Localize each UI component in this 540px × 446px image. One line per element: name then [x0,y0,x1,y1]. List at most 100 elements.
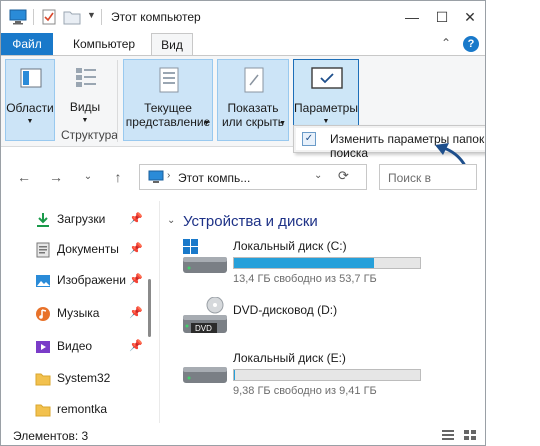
tab-computer[interactable]: Компьютер [63,33,145,55]
drive-usage-fill [234,370,235,380]
pin-icon[interactable]: 📌 [129,273,143,286]
sidebar-label: Изображени [57,273,126,287]
drive-free-space: 9,38 ГБ свободно из 9,41 ГБ [233,385,377,397]
details-view-icon[interactable] [441,429,455,441]
folder-icon [35,404,51,417]
address-computer-icon [148,170,164,183]
computer-icon[interactable] [9,9,27,25]
panes-arrow-icon: ▼ [26,118,34,125]
pictures-icon [36,275,50,287]
tab-file[interactable]: Файл [1,33,53,55]
sidebar-item-video[interactable]: Видео 📌 [31,336,143,358]
collapse-ribbon-icon[interactable]: ⌃ [441,36,451,50]
quick-access-dropdown-icon[interactable]: ▼ [87,10,96,20]
breadcrumb-chevron-icon: › [167,170,171,181]
drive-usage-fill [234,258,374,268]
ribbon-separator [117,60,118,142]
documents-icon [36,242,50,258]
drive-name: DVD-дисковод (D:) [233,303,338,317]
show-hide-button[interactable]: Показать или скрыть ▼ [217,59,289,141]
options-icon [311,67,343,89]
titlebar-separator [33,9,34,25]
panes-icon [20,68,42,88]
show-hide-arrow-icon: ▼ [279,120,286,127]
current-view-label-1: Текущее [144,101,192,115]
maximize-button[interactable]: ☐ [429,5,455,29]
current-view-icon [159,67,179,93]
drive-usage-bar [233,369,421,381]
pin-icon[interactable]: 📌 [129,242,143,255]
minimize-button[interactable]: — [399,5,425,29]
sidebar-item-music[interactable]: Музыка 📌 [31,303,143,325]
window-title: Этот компьютер [111,10,201,24]
properties-icon[interactable] [41,8,57,26]
refresh-icon[interactable]: ⟳ [338,168,349,184]
current-view-label-2: представление [125,115,211,129]
options-label: Параметры [294,101,358,115]
show-hide-label-2: или скрыть [221,115,285,129]
sidebar-label: System32 [57,371,111,385]
tab-view[interactable]: Вид [151,33,193,55]
address-dropdown-icon[interactable]: ⌄ [314,170,322,181]
up-button[interactable]: ↑ [107,167,129,187]
pin-icon[interactable]: 📌 [129,212,143,225]
explorer-window: ▼ Этот компьютер — ☐ ✕ Файл Компьютер Ви… [0,0,486,446]
back-button[interactable]: ← [13,167,35,187]
video-icon [36,341,50,353]
status-item-count: Элементов: 3 [13,429,89,443]
sidebar-item-downloads[interactable]: Загрузки 📌 [31,209,143,231]
drive-free-space: 13,4 ГБ свободно из 53,7 ГБ [233,273,377,285]
group-structure-label: Структура [61,128,118,142]
panes-button[interactable]: Области ▼ [5,59,55,141]
section-title: Устройства и диски [183,213,318,230]
pin-icon[interactable]: 📌 [129,306,143,319]
pane-divider[interactable] [159,201,160,423]
sidebar-label: Видео [57,339,93,353]
search-box[interactable]: Поиск в [379,164,477,190]
sidebar-label: Загрузки [57,212,106,226]
drive-c[interactable]: Локальный диск (C:) 13,4 ГБ свободно из … [181,239,431,289]
current-view-button[interactable]: Текущее представление ▼ [123,59,213,141]
drive-icon [183,367,227,383]
layout-icon [76,68,96,87]
address-path: Этот компь... [178,171,251,185]
drive-e[interactable]: Локальный диск (E:) 9,38 ГБ свободно из … [181,351,431,401]
download-icon [37,213,49,227]
sidebar-item-pictures[interactable]: Изображени 📌 [31,270,143,292]
folder-icon [35,373,51,386]
layout-label: Виды [69,100,101,114]
forward-button[interactable]: → [45,167,67,187]
drive-name: Локальный диск (C:) [233,239,347,253]
recent-locations-icon[interactable]: ⌄ [77,167,99,187]
address-bar[interactable]: › Этот компь... ⌄ ⟳ [139,164,367,190]
show-hide-icon [244,67,264,93]
title-bar: ▼ Этот компьютер — ☐ ✕ [1,1,485,33]
music-icon [36,307,50,321]
help-icon[interactable]: ? [463,36,479,52]
windows-drive-icon [183,239,227,273]
sidebar-label: Документы [57,242,119,256]
sidebar-scrollbar[interactable] [148,279,151,337]
sidebar-item-documents[interactable]: Документы 📌 [31,239,143,261]
show-hide-label-1: Показать [227,101,279,115]
sidebar-item-system32[interactable]: System32 [31,368,143,390]
layout-arrow-icon: ▼ [81,117,89,124]
drive-d[interactable]: DVD DVD-дисковод (D:) [181,297,431,347]
folder-options-icon: ✓ [302,132,316,146]
section-collapse-icon[interactable]: ⌄ [167,215,175,226]
drive-usage-bar [233,257,421,269]
tiles-view-icon[interactable] [463,429,477,441]
pin-icon[interactable]: 📌 [129,339,143,352]
new-folder-icon[interactable] [63,9,81,25]
sidebar-label: remontka [57,402,108,416]
ribbon-tabs: Файл Компьютер Вид ⌃ ? [1,33,485,55]
search-placeholder: Поиск в [388,171,431,185]
sidebar-label: Музыка [57,306,100,320]
titlebar-separator-2 [101,9,102,25]
current-view-arrow-icon: ▼ [203,120,210,127]
dvd-badge: DVD [195,324,212,333]
sidebar-item-remontka[interactable]: remontka [31,399,143,421]
close-button[interactable]: ✕ [457,5,483,29]
panes-label: Области [6,101,54,115]
drive-name: Локальный диск (E:) [233,351,346,365]
